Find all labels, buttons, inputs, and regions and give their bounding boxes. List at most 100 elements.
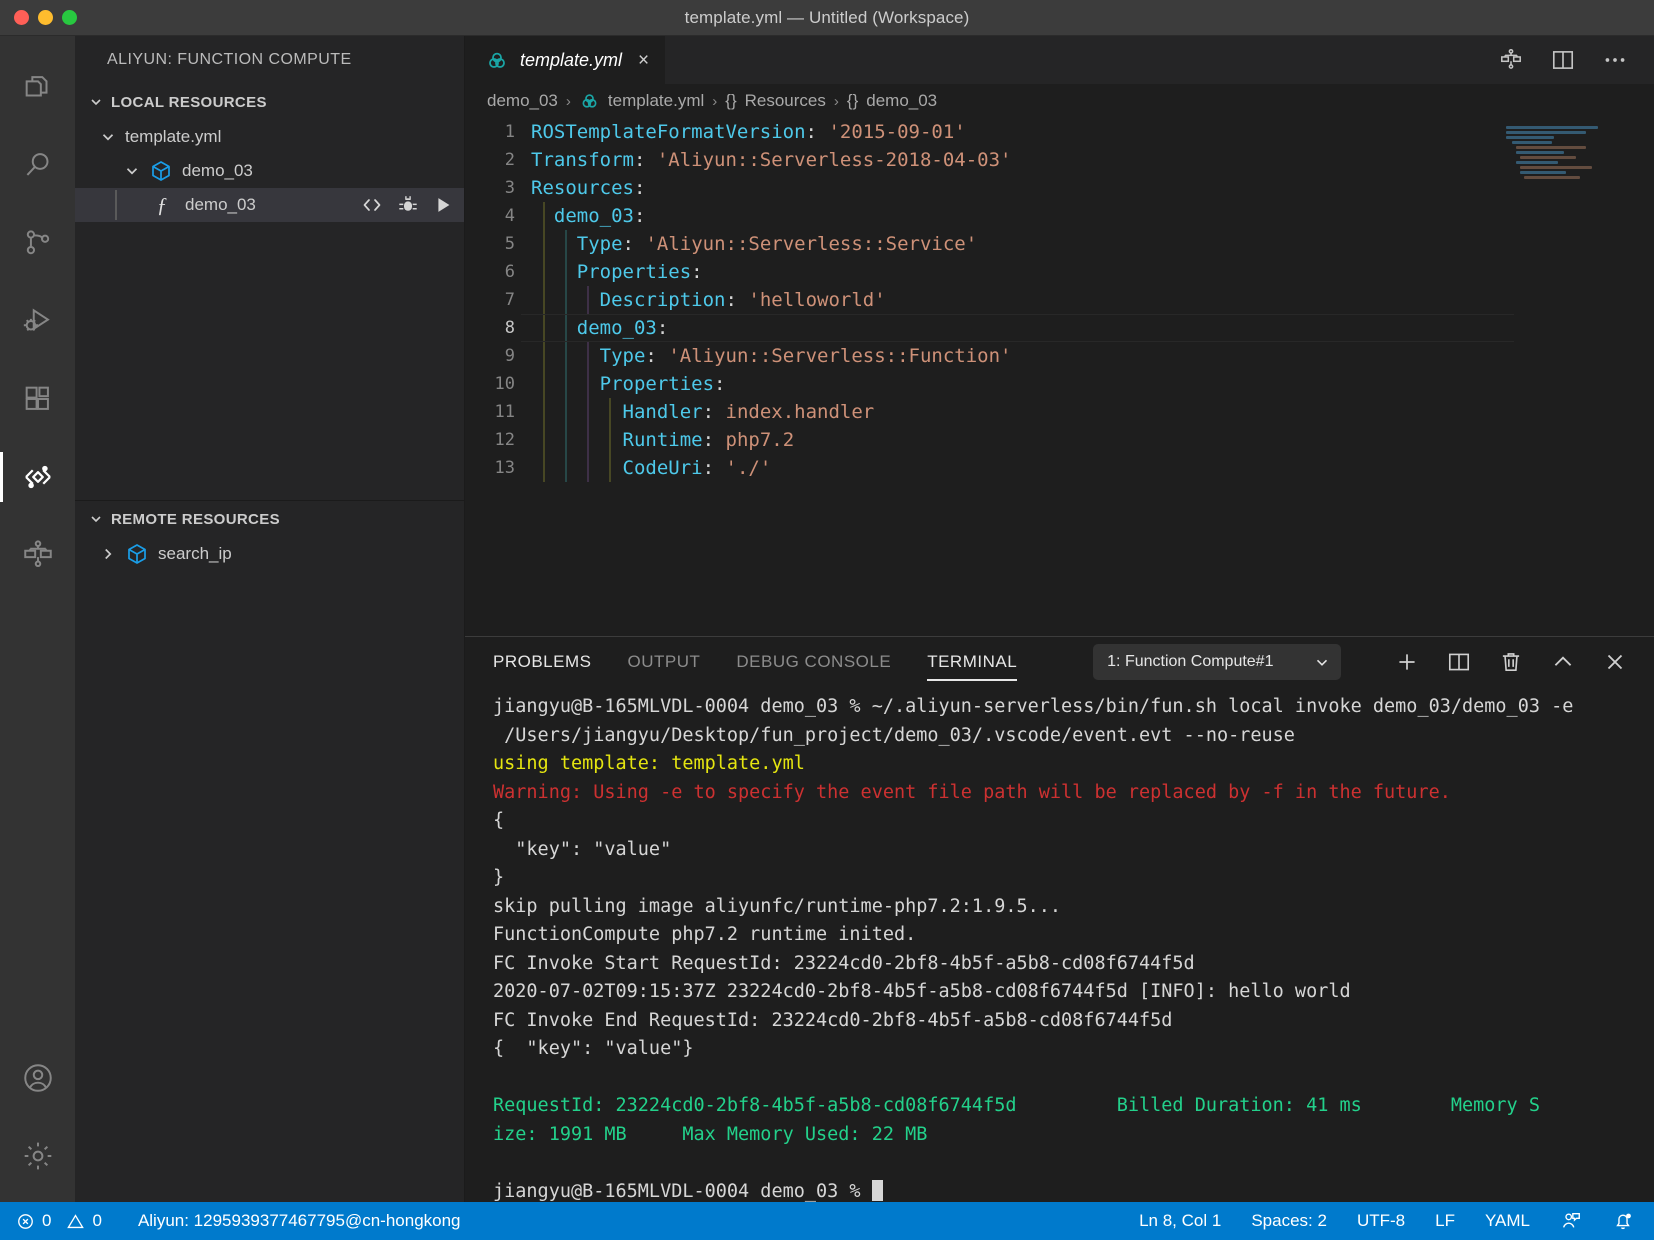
- close-panel-icon[interactable]: [1602, 649, 1628, 675]
- tab-output[interactable]: OUTPUT: [627, 637, 700, 687]
- code-line: 5 Type: 'Aliyun::Serverless::Service': [465, 230, 1654, 258]
- chevron-down-icon: [1313, 653, 1331, 671]
- tree-item-function-demo-03[interactable]: ƒ demo_03: [75, 188, 464, 222]
- code-line: 2 Transform: 'Aliyun::Serverless-2018-04-…: [465, 146, 1654, 174]
- indent-guide: [609, 426, 611, 454]
- activity-item-serverless-workflow[interactable]: [0, 516, 75, 594]
- bell-icon[interactable]: [1612, 1210, 1634, 1232]
- kill-terminal-icon[interactable]: [1498, 649, 1524, 675]
- status-language-mode[interactable]: YAML: [1485, 1211, 1530, 1231]
- aliyun-fc-icon: [20, 459, 56, 495]
- code-line: 10 Properties:: [465, 370, 1654, 398]
- remote-resources-header[interactable]: REMOTE RESOURCES: [75, 501, 464, 537]
- line-number: 6: [504, 262, 515, 282]
- indent-guide: [587, 426, 589, 454]
- window-controls[interactable]: [0, 10, 77, 25]
- line-number: 3: [504, 178, 515, 198]
- code-text: CodeUri: './': [622, 457, 772, 479]
- status-problems[interactable]: 0 0: [16, 1211, 102, 1231]
- code-line: 11 Handler: index.handler: [465, 398, 1654, 426]
- activity-item-aliyun-function-compute[interactable]: [0, 438, 75, 516]
- feedback-icon[interactable]: [1560, 1210, 1582, 1232]
- breadcrumb-separator: ›: [565, 92, 571, 110]
- new-terminal-icon[interactable]: [1394, 649, 1420, 675]
- terminal-output[interactable]: jiangyu@B-165MLVDL-0004 demo_03 % ~/.ali…: [465, 687, 1654, 1202]
- split-editor-icon[interactable]: [1550, 47, 1576, 73]
- panel-actions: [1394, 649, 1654, 675]
- braces-icon: {}: [725, 91, 737, 110]
- tab-terminal[interactable]: TERMINAL: [927, 637, 1018, 687]
- status-cursor-position[interactable]: Ln 8, Col 1: [1139, 1211, 1221, 1231]
- vscode-window: template.yml — Untitled (Workspace) ALIY…: [0, 0, 1654, 1240]
- status-aliyun-account[interactable]: Aliyun: 1295939377467795@cn-hongkong: [138, 1211, 461, 1231]
- code-icon[interactable]: [360, 193, 384, 217]
- status-eol[interactable]: LF: [1435, 1211, 1455, 1231]
- run-play-icon[interactable]: [432, 194, 454, 216]
- activity-item-search[interactable]: [0, 126, 75, 204]
- minimap[interactable]: [1506, 126, 1636, 182]
- indent-guide: [543, 398, 545, 426]
- tab-template-yml[interactable]: template.yml ×: [465, 36, 666, 84]
- activity-item-accounts[interactable]: [0, 1046, 75, 1124]
- line-number: 12: [494, 430, 515, 450]
- tree-item-search-ip[interactable]: search_ip: [75, 537, 464, 571]
- tab-debug-console[interactable]: DEBUG CONSOLE: [736, 637, 891, 687]
- indent-guide: [587, 342, 589, 370]
- panel-tab-bar: PROBLEMS OUTPUT DEBUG CONSOLE TERMINAL 1…: [465, 637, 1654, 687]
- debug-bug-icon[interactable]: [396, 193, 420, 217]
- sidebar-title: ALIYUN: FUNCTION COMPUTE: [107, 51, 352, 68]
- activity-item-source-control[interactable]: [0, 204, 75, 282]
- breadcrumb-item-demo-03[interactable]: demo_03: [487, 91, 558, 111]
- code-text: Properties:: [599, 373, 726, 395]
- chevron-down-icon: [87, 510, 105, 528]
- maximize-panel-icon[interactable]: [1550, 649, 1576, 675]
- account-icon: [21, 1061, 55, 1095]
- terminal-selector[interactable]: 1: Function Compute#1: [1093, 644, 1342, 680]
- gear-icon: [21, 1139, 55, 1173]
- indent-guide: [543, 426, 545, 454]
- code-text: ROSTemplateFormatVersion: '2015-09-01': [531, 121, 966, 143]
- tree-item-service-demo-03[interactable]: demo_03: [75, 154, 464, 188]
- terminal-line: skip pulling image aliyunfc/runtime-php7…: [493, 895, 1062, 917]
- close-icon[interactable]: ×: [638, 50, 649, 72]
- zoom-window-button[interactable]: [62, 10, 77, 25]
- tree-item-label: demo_03: [182, 161, 253, 180]
- local-resources-header[interactable]: LOCAL RESOURCES: [75, 84, 464, 120]
- editor-actions: [1498, 36, 1654, 84]
- line-number: 13: [494, 458, 515, 478]
- source-control-icon: [21, 226, 55, 260]
- indent-guide: [609, 398, 611, 426]
- code-editor[interactable]: 1 ROSTemplateFormatVersion: '2015-09-01' 2…: [465, 118, 1654, 636]
- indent-guide: [565, 230, 567, 258]
- indent-guide: [609, 454, 611, 482]
- line-number: 1: [504, 122, 515, 142]
- activity-item-manage[interactable]: [0, 1124, 75, 1202]
- split-terminal-icon[interactable]: [1446, 649, 1472, 675]
- code-line: 8 demo_03:: [465, 314, 1654, 342]
- breadcrumb-item-template-yml[interactable]: template.yml: [608, 91, 704, 111]
- files-icon: [21, 70, 55, 104]
- tab-problems[interactable]: PROBLEMS: [493, 637, 591, 687]
- code-text: Resources:: [531, 177, 646, 199]
- workflow-graph-icon[interactable]: [1498, 47, 1524, 73]
- minimize-window-button[interactable]: [38, 10, 53, 25]
- activity-item-explorer[interactable]: [0, 48, 75, 126]
- more-actions-icon[interactable]: [1602, 47, 1628, 73]
- aliyun-account-label: Aliyun: 1295939377467795@cn-hongkong: [137, 1211, 461, 1230]
- status-indentation[interactable]: Spaces: 2: [1251, 1211, 1327, 1231]
- indent-guide: [543, 202, 545, 230]
- activity-item-extensions[interactable]: [0, 360, 75, 438]
- status-encoding[interactable]: UTF-8: [1357, 1211, 1405, 1231]
- terminal-cursor: [871, 1179, 883, 1201]
- editor-tabs: template.yml ×: [465, 36, 1654, 84]
- indent-guide: [543, 342, 545, 370]
- breadcrumb-separator: ›: [712, 92, 718, 110]
- tree-item-template-yml[interactable]: template.yml: [75, 120, 464, 154]
- line-number: 4: [504, 206, 515, 226]
- breadcrumb-item-resources[interactable]: Resources: [745, 91, 826, 111]
- line-number: 10: [494, 374, 515, 394]
- breadcrumb-item-demo-03-node[interactable]: demo_03: [866, 91, 937, 111]
- function-f-icon: ƒ: [156, 192, 168, 217]
- close-window-button[interactable]: [14, 10, 29, 25]
- activity-item-run-and-debug[interactable]: [0, 282, 75, 360]
